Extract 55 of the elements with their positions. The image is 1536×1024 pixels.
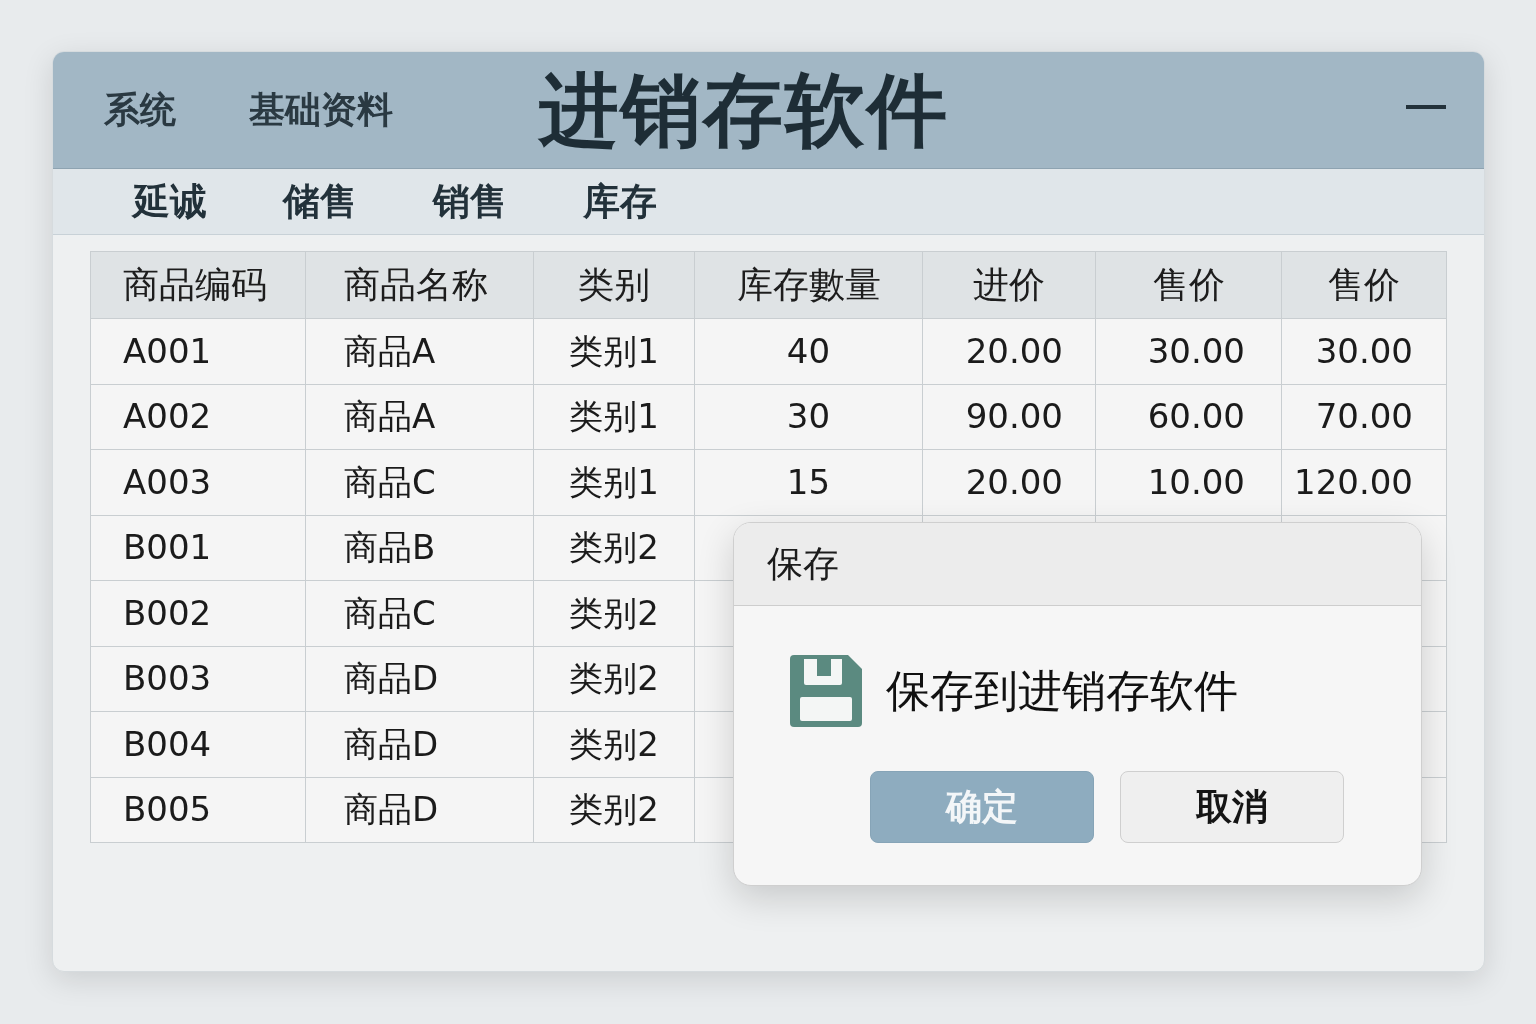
dialog-title: 保存 (767, 546, 839, 582)
table-cell: 15 (694, 449, 923, 515)
column-header: 售价 (1095, 251, 1282, 319)
column-header: 商品名称 (305, 251, 534, 319)
table-cell: 10.00 (1095, 449, 1282, 515)
table-cell: 20.00 (922, 449, 1096, 515)
table-cell: B005 (90, 777, 306, 843)
table-cell: 类别1 (533, 318, 695, 384)
table-cell: B001 (90, 515, 306, 581)
cancel-button[interactable]: 取消 (1120, 771, 1344, 843)
column-header: 库存數量 (694, 251, 923, 319)
menu-item[interactable]: 系统 (104, 92, 176, 128)
column-header: 售价 (1281, 251, 1447, 319)
table-cell: B002 (90, 580, 306, 646)
table-cell: 类别2 (533, 646, 695, 712)
table-cell: 60.00 (1095, 384, 1282, 450)
column-header: 商品编码 (90, 251, 306, 319)
table-cell: B004 (90, 711, 306, 777)
table-cell: A001 (90, 318, 306, 384)
table-cell: 商品D (305, 711, 534, 777)
table-cell: 商品D (305, 777, 534, 843)
table-cell: 商品A (305, 318, 534, 384)
dialog-message: 保存到进销存软件 (886, 669, 1238, 713)
toolbar-item[interactable]: 库存 (583, 183, 657, 220)
column-header: 类别 (533, 251, 695, 319)
table-cell: 类别2 (533, 777, 695, 843)
table-cell: 120.00 (1281, 449, 1447, 515)
table-cell: 20.00 (922, 318, 1096, 384)
table-cell: A003 (90, 449, 306, 515)
table-cell: 类别2 (533, 580, 695, 646)
column-header: 进价 (922, 251, 1096, 319)
table-cell: 商品C (305, 580, 534, 646)
table-cell: 90.00 (922, 384, 1096, 450)
table-cell: 30.00 (1281, 318, 1447, 384)
toolbar-item[interactable]: 储售 (283, 183, 357, 220)
menu-item[interactable]: 基础资料 (249, 92, 393, 128)
table-cell: 40 (694, 318, 923, 384)
toolbar-item[interactable]: 延诚 (133, 183, 207, 220)
table-cell: 类别1 (533, 384, 695, 450)
table-cell: 类别2 (533, 515, 695, 581)
table-cell: 商品B (305, 515, 534, 581)
window-title: 进销存软件 (539, 71, 949, 151)
table-cell: B003 (90, 646, 306, 712)
table-cell: 商品A (305, 384, 534, 450)
table-cell: A002 (90, 384, 306, 450)
table-cell: 商品C (305, 449, 534, 515)
minimize-button[interactable] (1406, 105, 1446, 109)
toolbar-item[interactable]: 销售 (433, 183, 507, 220)
table-cell: 类别1 (533, 449, 695, 515)
minimize-icon (1406, 105, 1446, 109)
table-cell: 类别2 (533, 711, 695, 777)
table-cell: 30 (694, 384, 923, 450)
table-cell: 商品D (305, 646, 534, 712)
table-cell: 30.00 (1095, 318, 1282, 384)
table-cell: 70.00 (1281, 384, 1447, 450)
